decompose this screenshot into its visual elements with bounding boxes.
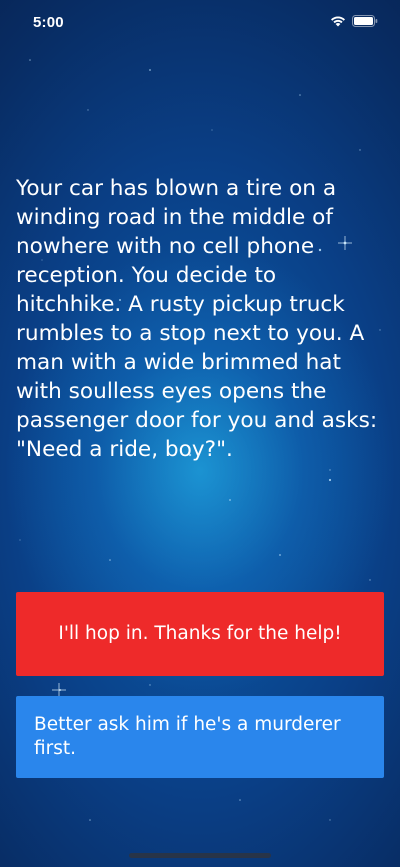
status-icons xyxy=(330,15,378,27)
choice-hop-in-button[interactable]: I'll hop in. Thanks for the help! xyxy=(16,592,384,676)
status-time: 5:00 xyxy=(33,14,64,31)
status-bar: 5:00 xyxy=(0,0,400,44)
home-indicator xyxy=(129,853,271,858)
story-screen: 5:00 Your car has blown a tire on a wind… xyxy=(0,0,400,867)
wifi-icon xyxy=(331,16,345,27)
choice-ask-murderer-button[interactable]: Better ask him if he's a murderer first. xyxy=(16,696,384,778)
battery-icon xyxy=(352,15,378,27)
story-text: Your car has blown a tire on a winding r… xyxy=(16,176,378,462)
